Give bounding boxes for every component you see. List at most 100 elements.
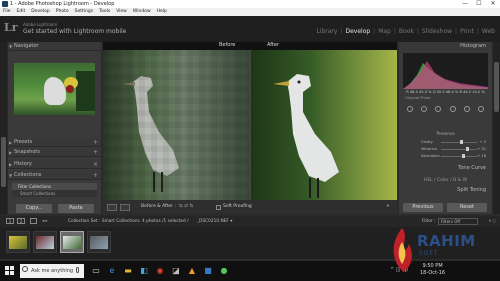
lightroom-taskbar-icon[interactable]: ■ — [202, 265, 214, 277]
maximize-button[interactable]: ☐ — [472, 0, 486, 8]
filmstrip-thumbnail[interactable] — [60, 231, 84, 253]
vibrance-value[interactable]: + 31 — [477, 146, 486, 152]
module-print[interactable]: Print — [457, 28, 477, 35]
add-snapshot-icon[interactable]: + — [93, 148, 98, 157]
filmstrip-thumbnail[interactable] — [87, 231, 111, 253]
hsl-color-bw-tabs[interactable]: HSL / Color / B & W — [399, 176, 492, 185]
secondary-window-button[interactable]: 2 — [17, 218, 25, 224]
expand-triangle-icon: ▶ — [9, 150, 13, 155]
adjustment-brush-icon[interactable] — [477, 105, 484, 112]
history-header[interactable]: ▶ History × — [8, 160, 101, 169]
soft-proofing-checkbox[interactable] — [216, 205, 221, 210]
microphone-icon[interactable] — [76, 267, 79, 273]
vlc-icon[interactable]: ▲ — [186, 265, 198, 277]
saturation-track[interactable] — [441, 156, 477, 157]
whatsapp-icon[interactable]: ● — [218, 265, 230, 277]
module-header: Lr Adobe Lightroom Get started with Ligh… — [0, 16, 500, 42]
toolbar-options-chevron-icon[interactable]: ▾ — [387, 200, 389, 214]
menu-tools[interactable]: Tools — [99, 8, 110, 16]
scrollbar-thumb[interactable] — [494, 62, 499, 112]
radial-filter-icon[interactable] — [463, 105, 470, 112]
presets-header[interactable]: ▶ Presets + — [8, 138, 101, 147]
preview-foliage — [76, 71, 95, 111]
filter-collections-field[interactable]: Filter Collections — [12, 183, 97, 190]
crop-tool-icon[interactable] — [407, 105, 414, 112]
grid-view-icon[interactable] — [30, 218, 37, 224]
saturation-knob[interactable] — [462, 154, 466, 158]
identity-plate[interactable]: Get started with Lightroom mobile — [23, 28, 126, 35]
close-button[interactable]: ✕ — [486, 0, 500, 8]
right-panel-scrollbar[interactable] — [493, 42, 500, 214]
after-image[interactable] — [251, 50, 397, 200]
snapshots-header[interactable]: ▶ Snapshots + — [8, 148, 101, 157]
edge-browser-icon[interactable]: e — [106, 265, 118, 277]
saturation-slider-row: Saturation + 16 — [403, 153, 488, 159]
smart-collections-item[interactable]: Smart Collections — [12, 190, 97, 197]
left-panel-scrollbar[interactable] — [0, 42, 7, 214]
filter-select[interactable]: Filters Off — [438, 218, 478, 225]
minimize-button[interactable]: — — [458, 0, 472, 8]
file-explorer-icon[interactable]: ▬ — [122, 265, 134, 277]
menu-window[interactable]: Window — [133, 8, 151, 16]
collections-header[interactable]: ▼ Collections + — [8, 171, 101, 180]
clarity-value[interactable]: + 5 — [480, 139, 486, 145]
app-icon[interactable]: ◪ — [170, 265, 182, 277]
scrollbar-thumb[interactable] — [1, 137, 6, 187]
windows-start-icon[interactable] — [5, 266, 15, 276]
copy-button[interactable]: Copy... — [16, 204, 52, 213]
module-library[interactable]: Library — [313, 28, 340, 35]
spot-removal-icon[interactable] — [421, 105, 428, 112]
navigator-preview[interactable] — [14, 63, 95, 115]
main-window-button[interactable]: 1 — [6, 218, 14, 224]
menu-edit[interactable]: Edit — [17, 8, 26, 16]
loupe-view-button[interactable] — [107, 204, 117, 211]
filmstrip-thumbnail[interactable] — [6, 231, 30, 253]
red-eye-icon[interactable] — [435, 105, 442, 112]
flame-logo-icon — [393, 228, 412, 273]
menu-view[interactable]: View — [116, 8, 127, 16]
menu-help[interactable]: Help — [157, 8, 167, 16]
right-panel: Histogram R 46.3 43.5 % G 50.5 46.4 % B … — [399, 42, 492, 214]
task-view-icon[interactable]: ▭ — [90, 265, 102, 277]
cortana-search-input[interactable]: Ask me anything — [20, 264, 84, 278]
module-slideshow[interactable]: Slideshow — [419, 28, 455, 35]
saturation-value[interactable]: + 16 — [477, 153, 486, 159]
reset-button[interactable]: Reset — [447, 203, 487, 212]
before-after-view: Before After — [103, 42, 397, 200]
clear-history-icon[interactable]: × — [93, 160, 98, 169]
split-toning-header[interactable]: Split Toning — [399, 186, 492, 195]
histogram-graph[interactable] — [403, 53, 488, 89]
module-book[interactable]: Book — [396, 28, 417, 35]
thumbnail-image — [63, 236, 81, 249]
vibrance-knob[interactable] — [465, 147, 469, 151]
histogram-header[interactable]: Histogram — [399, 42, 492, 51]
menu-settings[interactable]: Settings — [75, 8, 93, 16]
source-indicator[interactable]: Collection Set : Smart Collections — [68, 216, 140, 227]
menu-photo[interactable]: Photo — [56, 8, 69, 16]
watermark-sub: SOFT — [419, 250, 439, 257]
swap-settings-icons[interactable]: ⇆ ⇄ ⇅ — [179, 200, 193, 214]
vibrance-track[interactable] — [441, 149, 477, 150]
before-image[interactable] — [103, 50, 249, 200]
module-develop[interactable]: Develop — [342, 28, 373, 35]
graduated-filter-icon[interactable] — [449, 105, 456, 112]
previous-button[interactable]: Previous — [403, 203, 443, 212]
navigator-header[interactable]: ▼ Navigator — [8, 42, 101, 51]
tone-curve-header[interactable]: Tone Curve — [399, 164, 492, 173]
current-filename[interactable]: _DSC0210.NEF ▾ — [197, 216, 232, 227]
filmstrip-thumbnail[interactable] — [33, 231, 57, 253]
menu-file[interactable]: File — [3, 8, 11, 16]
menu-develop[interactable]: Develop — [31, 8, 50, 16]
module-map[interactable]: Map — [375, 28, 394, 35]
add-preset-icon[interactable]: + — [93, 138, 98, 147]
add-collection-icon[interactable]: + — [93, 171, 98, 180]
store-icon[interactable]: ◧ — [138, 265, 150, 277]
before-after-view-button[interactable] — [120, 204, 130, 211]
histogram-readout: R 46.3 43.5 % G 50.5 46.4 % B 44.2 14.2 … — [406, 90, 485, 94]
back-forward-arrows[interactable]: ◂ ▸ — [42, 216, 48, 227]
clarity-label: Clarity — [421, 140, 433, 144]
chrome-icon[interactable]: ◉ — [154, 265, 166, 277]
module-web[interactable]: Web — [479, 28, 498, 35]
clarity-knob[interactable] — [459, 140, 463, 144]
paste-button[interactable]: Paste — [58, 204, 94, 213]
